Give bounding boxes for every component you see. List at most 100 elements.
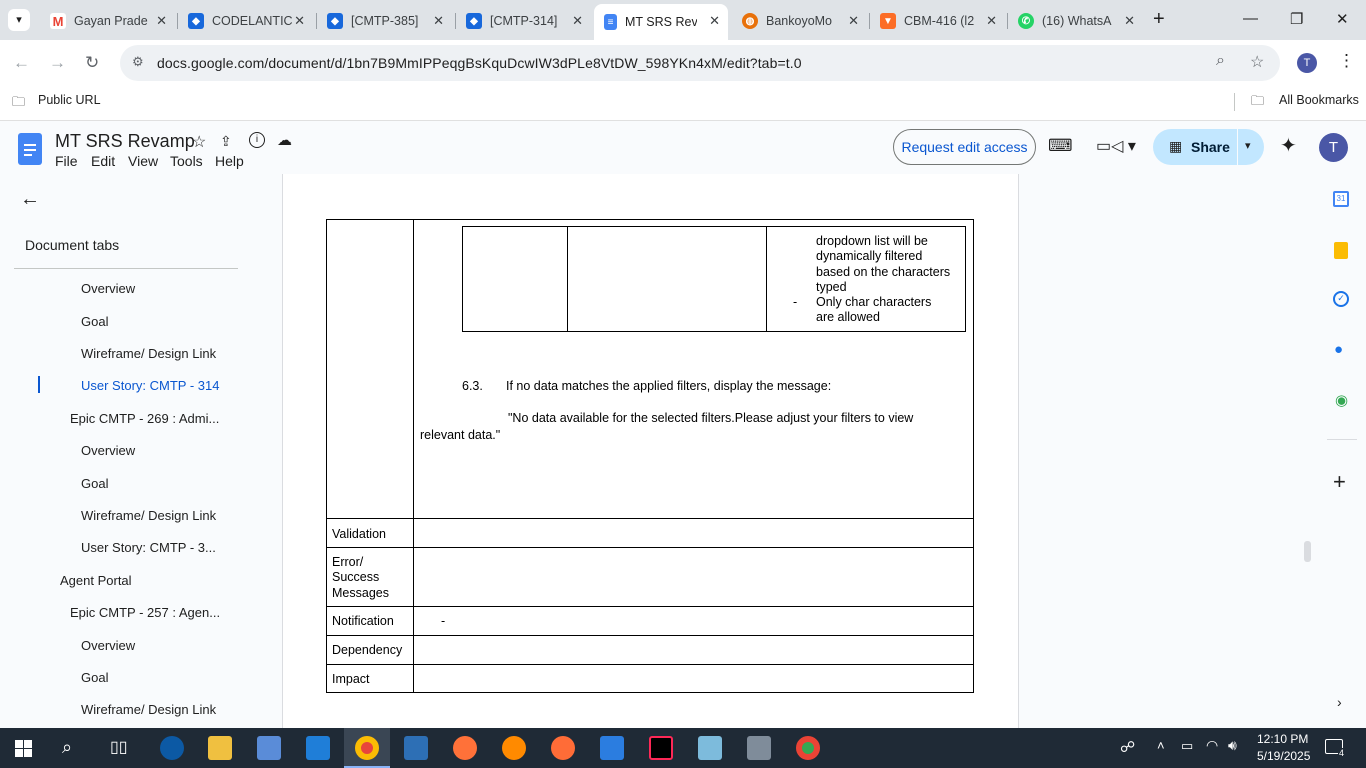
nav-item-active[interactable]: User Story: CMTP - 314 [81,378,219,393]
back-icon[interactable]: ← [13,53,30,73]
nav-item[interactable]: User Story: CMTP - 3... [81,540,216,555]
nav-item[interactable]: Wireframe/ Design Link [81,508,216,523]
close-tab-icon[interactable]: ✕ [572,13,583,29]
star-icon[interactable]: ☆ [192,132,206,152]
share-button[interactable]: ▦ Share ▾ [1153,129,1264,165]
nav-item[interactable]: Goal [81,670,108,685]
app-icon[interactable] [698,736,722,760]
close-window-button[interactable]: ✕ [1336,10,1349,28]
calculator-icon[interactable] [747,736,771,760]
all-bookmarks[interactable]: All Bookmarks [1279,93,1359,107]
vscode-icon[interactable] [404,736,428,760]
nav-item[interactable]: Goal [81,314,108,329]
browser-tab[interactable]: ✆ (16) WhatsA ✕ [1008,6,1143,36]
nav-item[interactable]: Agent Portal [60,573,132,588]
close-tab-icon[interactable]: ✕ [848,13,859,29]
add-addon-icon[interactable]: + [1333,469,1346,495]
file-explorer-icon[interactable] [208,736,232,760]
calendar-icon[interactable]: 31 [1333,191,1349,207]
nav-item[interactable]: Epic CMTP - 269 : Admi... [70,411,219,426]
clock-time[interactable]: 12:10 PM [1257,732,1308,746]
menu-edit[interactable]: Edit [91,153,115,169]
zoom-icon[interactable]: ⌕ [1216,52,1225,70]
clock-date[interactable]: 5/19/2025 [1257,749,1310,763]
close-tab-icon[interactable]: ✕ [709,13,720,29]
request-edit-access-button[interactable]: Request edit access [893,129,1036,165]
tab-list-button[interactable]: ▾ [8,9,30,31]
browser-tab-active[interactable]: ≡ MT SRS Reva ✕ [594,4,728,40]
show-hidden-icons[interactable]: ˄ [1157,738,1165,753]
browser-tab[interactable]: ◆ [CMTP-314] ✕ [456,6,591,36]
browser-tab[interactable]: ▼ CBM-416 (l2 ✕ [870,6,1005,36]
close-tab-icon[interactable]: ✕ [986,13,997,29]
forward-icon[interactable]: → [49,53,66,73]
collapse-panel-icon[interactable]: › [1337,694,1342,710]
keep-icon[interactable] [1334,242,1348,259]
address-bar[interactable]: ⚙ docs.google.com/document/d/1bn7B9MmIPP… [120,45,1280,81]
comments-icon[interactable]: ⌨ [1048,136,1073,156]
app-icon[interactable] [600,736,624,760]
profile-avatar[interactable]: T [1297,53,1317,73]
firefox-icon[interactable] [453,736,477,760]
new-tab-button[interactable]: + [1153,8,1165,31]
share-dropdown-icon[interactable]: ▾ [1245,139,1251,152]
app-icon[interactable] [502,736,526,760]
meet-icon[interactable]: ▭◁ ▾ [1096,136,1136,156]
reload-icon[interactable]: ↻ [85,53,99,73]
browser-tab[interactable]: ◆ CODELANTIC ✕ [178,6,313,36]
nav-item[interactable]: Overview [81,281,135,296]
maps-icon[interactable]: ◉ [1335,391,1348,409]
back-arrow-icon[interactable]: ← [20,188,40,211]
menu-view[interactable]: View [128,153,158,169]
close-tab-icon[interactable]: ✕ [156,13,167,29]
chrome-profile-icon[interactable] [796,736,820,760]
site-info-icon[interactable]: ⚙ [132,54,144,70]
windows-start-icon[interactable] [15,740,32,757]
store-icon[interactable] [257,736,281,760]
volume-icon[interactable]: 🔊︎ [1228,737,1237,754]
menu-help[interactable]: Help [215,153,244,169]
document-title[interactable]: MT SRS Revamp [55,131,195,152]
scrollbar-thumb[interactable] [1304,541,1311,562]
search-icon[interactable]: ⌕ [62,737,72,758]
edge-icon[interactable] [160,736,184,760]
contacts-icon[interactable]: ● [1334,341,1343,358]
move-icon[interactable]: ⇪ [220,133,232,150]
tasks-icon[interactable]: ✓ [1333,291,1349,307]
url-text[interactable]: docs.google.com/document/d/1bn7B9MmIPPeq… [157,55,802,71]
intellij-icon[interactable] [649,736,673,760]
nav-item[interactable]: Overview [81,638,135,653]
minimize-button[interactable]: — [1243,10,1258,27]
nav-item[interactable]: Wireframe/ Design Link [81,346,216,361]
gemini-icon[interactable]: ✦ [1280,133,1297,158]
network-icon[interactable]: ◠ [1206,737,1218,754]
people-icon[interactable]: ☍ [1120,738,1135,756]
chrome-icon[interactable] [355,736,379,760]
browser-tab[interactable]: ◍ BankoyoMo ✕ [732,6,867,36]
bookmark-public-url[interactable]: Public URL [38,93,101,107]
browser-tab[interactable]: ◆ [CMTP-385] ✕ [317,6,452,36]
close-tab-icon[interactable]: ✕ [294,13,305,29]
nav-item[interactable]: Epic CMTP - 257 : Agen... [70,605,220,620]
browser-tab[interactable]: M Gayan Prade ✕ [40,6,175,36]
nav-item[interactable]: Wireframe/ Design Link [81,702,216,717]
close-tab-icon[interactable]: ✕ [433,13,444,29]
account-avatar[interactable]: T [1319,133,1348,162]
document-page[interactable]: dropdown list will be dynamically filter… [283,174,1019,728]
menu-tools[interactable]: Tools [170,153,203,169]
cloud-status-icon[interactable]: ☁ [277,131,292,149]
bookmark-star-icon[interactable]: ☆ [1250,52,1264,72]
nav-item[interactable]: Goal [81,476,108,491]
menu-file[interactable]: File [55,153,78,169]
task-view-icon[interactable]: ▯▯ [110,737,128,757]
restore-button[interactable]: ❐ [1290,10,1303,28]
postman-icon[interactable] [551,736,575,760]
battery-icon[interactable]: ▭ [1181,738,1193,754]
docs-logo-icon[interactable] [18,133,42,165]
mail-icon[interactable] [306,736,330,760]
close-tab-icon[interactable]: ✕ [1124,13,1135,29]
row-label-error: Messages [332,586,389,600]
info-icon[interactable]: i [249,132,265,148]
nav-item[interactable]: Overview [81,443,135,458]
more-menu-icon[interactable]: ⋮ [1338,51,1355,71]
